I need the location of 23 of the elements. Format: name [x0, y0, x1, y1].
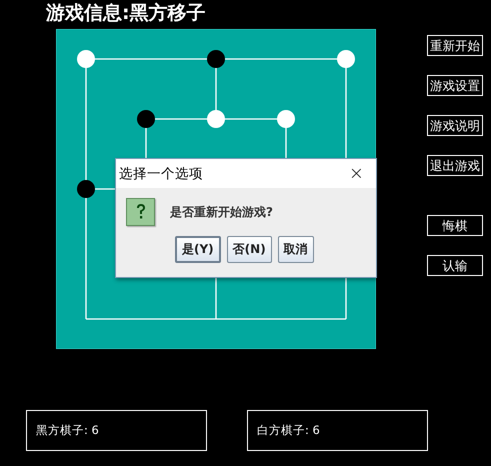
game-piece[interactable]: [137, 110, 155, 128]
game-piece[interactable]: [207, 50, 225, 68]
count-label: 黑方棋子: 6: [36, 423, 99, 438]
count-label: 白方棋子: 6: [257, 423, 320, 438]
dialog-button[interactable]: 取消: [278, 236, 314, 263]
menu-button[interactable]: 游戏设置: [427, 75, 483, 96]
menu-button[interactable]: 退出游戏: [427, 155, 483, 176]
menu-button[interactable]: 重新开始: [427, 35, 483, 56]
dialog-button[interactable]: 否(N): [226, 236, 272, 263]
game-piece[interactable]: [207, 110, 225, 128]
dialog-title: 选择一个选项: [119, 164, 203, 182]
menu-button[interactable]: 悔棋: [427, 215, 483, 236]
menu-button[interactable]: 游戏说明: [427, 115, 483, 136]
close-button[interactable]: ×: [348, 163, 364, 184]
game-piece[interactable]: [277, 110, 295, 128]
game-info-title: 游戏信息:黑方移子: [44, 1, 207, 26]
dialog-button[interactable]: 是(Y): [175, 236, 221, 263]
question-icon: [126, 198, 155, 226]
game-piece[interactable]: [337, 50, 355, 68]
game-piece[interactable]: [77, 180, 95, 198]
menu-button[interactable]: 认输: [427, 255, 483, 276]
dialog-message: 是否重新开始游戏?: [170, 204, 273, 220]
game-piece[interactable]: [77, 50, 95, 68]
